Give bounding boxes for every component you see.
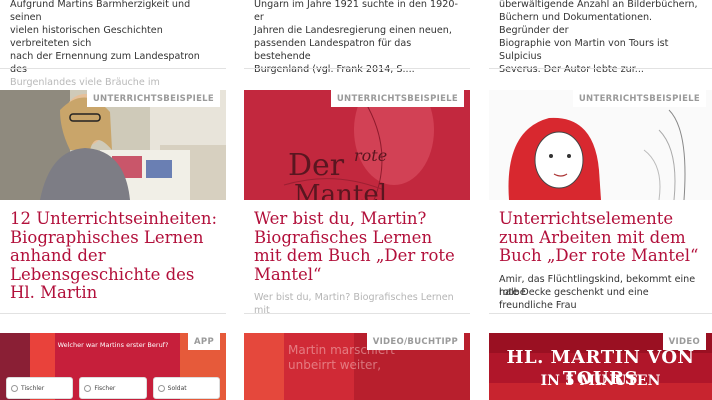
card-title[interactable]: Unterrichtselemente zum Arbeiten mit dem… — [499, 209, 706, 266]
book-word-der: Der — [288, 148, 345, 183]
category-tag[interactable]: UNTERRICHTSBEISPIELE — [572, 90, 706, 107]
card-title[interactable]: 12 Unterrichtseinheiten: Biographisches … — [10, 209, 220, 303]
card-excerpt-line: rote Decke geschenkt und eine freundlich… — [499, 287, 649, 311]
teaser-text: Ungarn im Jahre 1921 suchte in den 1920-… — [254, 0, 462, 76]
teaser-line: Burgenland (vgl. Frank 2014, S.... — [254, 64, 415, 75]
divider — [489, 313, 712, 314]
card-image-video-book[interactable]: Martin marschiert unbeirrt weiter, VIDEO… — [244, 333, 470, 400]
card-title[interactable]: Wer bist du, Martin? Biografisches Lerne… — [254, 209, 464, 284]
quiz-question: Welcher war Martins erster Beruf? — [57, 341, 169, 349]
teaser-line: Aufgrund Martins Barmherzigkeit und sein… — [10, 0, 191, 23]
divider — [489, 68, 712, 69]
quiz-option-3[interactable]: Soldat — [152, 377, 220, 399]
radio-icon — [11, 384, 18, 392]
teaser-text: Aufgrund Martins Barmherzigkeit und sein… — [10, 0, 218, 102]
card-image-video-martin[interactable]: HL. MARTIN VON TOURS IN 5 MINUTEN VIDEO — [489, 333, 712, 400]
divider — [0, 68, 226, 69]
book-word-rote: rote — [354, 146, 388, 165]
quiz-option-2[interactable]: Fischer — [79, 377, 147, 399]
category-tag[interactable]: UNTERRICHTSBEISPIELE — [86, 90, 220, 107]
category-tag[interactable]: UNTERRICHTSBEISPIELE — [330, 90, 464, 107]
teaser-line: vielen historischen Geschichten verbreit… — [10, 25, 163, 49]
card-image-book-cover[interactable]: Der rote Mantel UNTERRICHTSBEISPIELE — [244, 90, 470, 200]
teaser-line: Ungarn im Jahre 1921 suchte in den 1920-… — [254, 0, 458, 23]
quiz-option-1[interactable]: Tischler — [6, 377, 74, 399]
category-tag[interactable]: VIDEO/BUCHTIPP — [366, 333, 464, 350]
teaser-line: passenden Landespatron für das bestehend… — [254, 38, 412, 62]
teaser-line: Biographie von Martin von Tours ist Sulp… — [499, 38, 669, 62]
teaser-line: Büchern und Dokumentationen. Begründer d… — [499, 12, 653, 36]
teaser-line: Jahren die Landesregierung einen neuen, — [254, 25, 452, 36]
radio-icon — [84, 384, 92, 392]
divider — [244, 313, 470, 314]
video-subtitle: IN 5 MINUTEN — [540, 373, 661, 389]
book-word-mantel: Mantel — [294, 180, 388, 200]
teaser-line: nach der Ernennung zum Landespatron des — [10, 51, 200, 75]
quiz-options: Tischler Fischer Soldat — [6, 377, 220, 399]
divider — [244, 68, 470, 69]
teaser-line: überwältigende Anzahl an Bilderbüchern, — [499, 0, 698, 10]
category-tag[interactable]: VIDEO — [662, 333, 706, 350]
card-image-red-hood[interactable]: UNTERRICHTSBEISPIELE — [489, 90, 712, 200]
teaser-line: Severus. Der Autor lebte zur... — [499, 64, 644, 75]
card-image-app[interactable]: APP Welcher war Martins erster Beruf? Ti… — [0, 333, 226, 400]
teaser-text: überwältigende Anzahl an Bilderbüchern, … — [499, 0, 704, 76]
card-image-teacher[interactable]: UNTERRICHTSBEISPIELE — [0, 90, 226, 200]
radio-icon — [157, 384, 165, 392]
divider — [0, 313, 226, 314]
